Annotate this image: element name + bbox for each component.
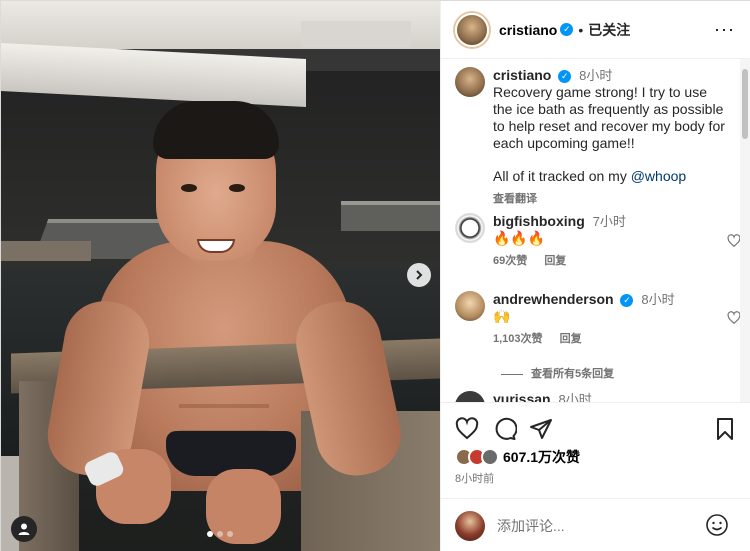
following-button[interactable]: 已关注 [588,20,630,40]
scrollbar-thumb[interactable] [742,69,748,139]
header-separator: • [578,21,584,38]
comment-body: bigfishboxing 7小时 🔥🔥🔥 69次赞 回复 [493,213,626,270]
soffit-2 [301,21,411,47]
comment-composer [441,498,750,551]
ledge [1,241,91,261]
post-actions: 607.1万次赞 8小时前 [441,402,750,498]
comments-list[interactable]: cristiano ✓ 8小时 Recovery game strong! I … [441,59,741,402]
caption-body: cristiano ✓ 8小时 Recovery game strong! I … [493,67,725,208]
comment-text: 🙌 [493,308,511,324]
comment-likes[interactable]: 1,103次赞 [493,333,543,345]
next-photo-button[interactable] [407,263,431,287]
post-header: cristiano ✓ • 已关注 ··· [441,1,750,59]
view-all-replies-button[interactable]: 查看所有5条回复 [501,365,614,381]
comment-item: bigfishboxing 7小时 🔥🔥🔥 69次赞 回复 [455,213,725,270]
user-tag-icon [18,523,30,535]
post-side-panel: cristiano ✓ • 已关注 ··· cristiano ✓ 8小时 Re… [440,1,750,551]
comment-body: yurissan 8小时 [493,391,592,402]
comment-username[interactable]: andrewhenderson [493,291,614,307]
comment-time: 7小时 [592,214,626,229]
heart-icon[interactable] [727,234,741,248]
chevron-right-icon [416,270,423,280]
comment-input[interactable] [497,517,697,534]
person-eye [181,184,197,192]
carousel-dot [227,531,233,537]
verified-badge-icon: ✓ [558,69,572,83]
comment-username[interactable]: yurissan [493,391,551,402]
verified-badge-icon: ✓ [620,293,634,307]
commenter-avatar[interactable] [455,391,485,402]
heart-icon[interactable] [455,417,479,441]
caption-time: 8小时 [579,68,613,83]
comment-username[interactable]: bigfishboxing [493,213,585,229]
caption-text-2: All of it tracked on my @whoop [493,168,725,185]
comments-scrollbar[interactable] [740,59,750,402]
verified-badge-icon: ✓ [560,23,574,36]
instagram-post-modal: cristiano ✓ • 已关注 ··· cristiano ✓ 8小时 Re… [0,0,750,551]
more-icon[interactable]: ··· [714,19,735,40]
likes-row[interactable]: 607.1万次赞 [455,447,580,467]
carousel-dot [207,531,213,537]
reply-button[interactable]: 回复 [560,333,582,345]
bookmark-icon[interactable] [713,417,737,441]
author-avatar[interactable] [455,12,489,47]
commenter-avatar[interactable] [455,291,485,321]
see-translation-button[interactable]: 查看翻译 [493,191,725,208]
comment-text: 🔥🔥🔥 [493,230,546,246]
caption-text: Recovery game strong! I try to use the i… [493,84,725,151]
person-eye [229,184,245,192]
author-avatar[interactable] [455,67,485,97]
comment-item: yurissan 8小时 [455,391,725,402]
caption-username[interactable]: cristiano [493,67,551,83]
emoji-icon[interactable] [705,513,729,537]
comment-icon[interactable] [493,417,517,441]
current-user-avatar [455,510,485,541]
carousel-dot [217,531,223,537]
comment-meta: 69次赞 回复 [493,253,626,270]
bench-2 [341,201,440,231]
comment-likes[interactable]: 69次赞 [493,255,527,267]
post-caption: cristiano ✓ 8小时 Recovery game strong! I … [455,67,725,208]
user-tag-button[interactable] [11,516,37,542]
person-hair [153,101,279,159]
liker-avatar [481,448,499,466]
comment-body: andrewhenderson ✓ 8小时 🙌 1,103次赞 回复 [493,291,675,348]
comment-meta: 1,103次赞 回复 [493,331,675,348]
post-photo[interactable] [1,1,440,551]
comment-time: 8小时 [641,292,675,307]
heart-icon[interactable] [727,311,741,325]
comment-item: andrewhenderson ✓ 8小时 🙌 1,103次赞 回复 [455,291,725,348]
reply-button[interactable]: 回复 [544,255,566,267]
posted-time[interactable]: 8小时前 [455,470,494,486]
commenter-avatar[interactable] [455,213,485,243]
mention-link[interactable]: @whoop [631,168,686,184]
share-icon[interactable] [529,417,553,441]
comment-time: 8小时 [558,392,592,402]
caption-text-prefix: All of it tracked on my [493,168,631,184]
carousel-dots [207,531,233,537]
author-username[interactable]: cristiano [499,22,557,38]
likes-count[interactable]: 607.1万次赞 [503,447,580,467]
